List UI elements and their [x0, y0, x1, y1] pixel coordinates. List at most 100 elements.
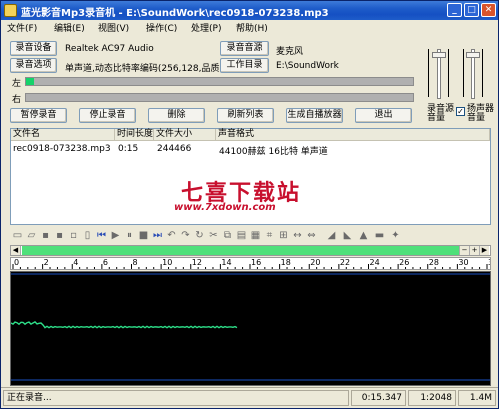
select-icon[interactable]: ⊞ — [278, 230, 289, 241]
paste-icon[interactable]: ▤ — [236, 230, 247, 241]
delete-button[interactable]: 删除 — [148, 108, 205, 123]
folder-icon[interactable]: ▱ — [26, 230, 37, 241]
window-title: 蓝光影音Mp3录音机 - E:\SoundWork\rec0918-073238… — [21, 8, 329, 19]
work-dir-value: E:\SoundWork — [276, 61, 339, 71]
title-bar[interactable]: 蓝光影音Mp3录音机 - E:\SoundWork\rec0918-073238… — [1, 1, 498, 20]
ruler-label: 16 — [251, 258, 261, 267]
close-button[interactable]: ✕ — [481, 3, 496, 17]
ruler-label: 0 — [14, 258, 19, 267]
silence-icon[interactable]: ▬ — [374, 230, 385, 241]
open-icon[interactable]: ▭ — [12, 230, 23, 241]
menu-bar: 文件(F) 编辑(E) 视图(V) 操作(C) 处理(P) 帮助(H) — [1, 20, 498, 34]
work-dir-button[interactable]: 工作目录 — [220, 58, 269, 73]
ruler-label: 10 — [162, 258, 172, 267]
loop-icon[interactable]: ↻ — [194, 230, 205, 241]
minimize-button[interactable]: _ — [447, 3, 462, 17]
save-as-icon[interactable]: ▪ — [54, 230, 65, 241]
redo-icon[interactable]: ↷ — [180, 230, 191, 241]
save-icon[interactable]: ▪ — [40, 230, 51, 241]
pause-record-button[interactable]: 暂停录音 — [10, 108, 67, 123]
left-channel-label: 左 — [12, 79, 22, 89]
watermark-url: www.7xdown.com — [174, 202, 276, 213]
speaker-volume-slider[interactable] — [466, 49, 480, 99]
cell-size: 244466 — [157, 144, 192, 154]
undo-icon[interactable]: ↶ — [166, 230, 177, 241]
ruler-label: 26 — [399, 258, 409, 267]
ruler-label: 22 — [340, 258, 350, 267]
pause-icon[interactable]: ⏸ — [124, 230, 135, 241]
fade-in-icon[interactable]: ◢ — [326, 230, 337, 241]
copy-icon[interactable]: ⧉ — [222, 230, 233, 241]
paste-mix-icon[interactable]: ▦ — [250, 230, 261, 241]
play-icon[interactable]: ▶ — [110, 230, 121, 241]
exit-button[interactable]: 退出 — [355, 108, 412, 123]
col-size[interactable]: 文件大小 — [154, 129, 216, 141]
waveform-canvas — [11, 273, 490, 381]
menu-file[interactable]: 文件(F) — [7, 21, 37, 34]
cut-icon[interactable]: ✂ — [208, 230, 219, 241]
menu-operate[interactable]: 操作(C) — [146, 21, 177, 34]
properties-icon[interactable]: ▯ — [82, 230, 93, 241]
status-bar: 正在录音... 0:15.347 1:2048 1.4M — [1, 387, 498, 408]
waveform-view[interactable] — [10, 271, 491, 386]
trim-icon[interactable]: ⌗ — [264, 230, 275, 241]
list-header: 文件名 时间长度 文件大小 声音格式 — [11, 129, 490, 141]
refresh-list-button[interactable]: 刷新列表 — [217, 108, 274, 123]
status-size: 1.4M — [458, 390, 496, 406]
ruler-label: 14 — [221, 258, 231, 267]
scroll-left-icon[interactable]: ◀ — [11, 246, 21, 255]
source-slider-ticks-right — [448, 49, 453, 97]
ruler-label: 18 — [281, 258, 291, 267]
stop-record-button[interactable]: 停止录音 — [79, 108, 136, 123]
time-ruler[interactable]: 02468101214161820222426283032 — [10, 257, 491, 270]
zoom-out-icon[interactable]: ⇔ — [306, 230, 317, 241]
maximize-button[interactable]: □ — [464, 3, 479, 17]
ruler-label: 12 — [192, 258, 202, 267]
main-window: 蓝光影音Mp3录音机 - E:\SoundWork\rec0918-073238… — [0, 0, 499, 409]
menu-view[interactable]: 视图(V) — [98, 21, 129, 34]
scroll-thumb[interactable] — [22, 246, 462, 255]
ruler-label: 32 — [488, 258, 490, 267]
cell-filename: rec0918-073238.mp3 — [13, 144, 111, 154]
skip-start-icon[interactable]: ⏮ — [96, 230, 107, 241]
record-device-value: Realtek AC97 Audio — [65, 44, 154, 54]
source-volume-label: 录音源 音量 — [427, 104, 455, 123]
skip-end-icon[interactable]: ⏭ — [152, 230, 163, 241]
col-format[interactable]: 声音格式 — [216, 129, 490, 141]
gen-player-button[interactable]: 生成自播放器 — [286, 108, 343, 123]
record-device-button[interactable]: 录音设备 — [10, 41, 57, 56]
record-options-button[interactable]: 录音选项 — [10, 58, 57, 73]
right-channel-label: 右 — [12, 95, 22, 105]
export-icon[interactable]: ▫ — [68, 230, 79, 241]
col-filename[interactable]: 文件名 — [11, 129, 115, 141]
scroll-right-icon[interactable]: ▶ — [479, 246, 489, 255]
menu-help[interactable]: 帮助(H) — [236, 21, 268, 34]
stop-icon[interactable]: ■ — [138, 230, 149, 241]
ruler-label: 4 — [73, 258, 78, 267]
effect-icon[interactable]: ✦ — [390, 230, 401, 241]
edit-toolbar: ▭ ▱ ▪ ▪ ▫ ▯ ⏮ ▶ ⏸ ■ ⏭ ↶ ↷ ↻ ✂ ⧉ ▤ ▦ ⌗ ⊞ … — [10, 228, 491, 244]
source-volume-thumb[interactable] — [432, 52, 446, 58]
cell-duration: 0:15 — [118, 144, 139, 154]
record-source-button[interactable]: 录音音源 — [220, 41, 269, 56]
app-icon — [4, 4, 17, 17]
fade-out-icon[interactable]: ◣ — [342, 230, 353, 241]
speaker-checkbox[interactable]: ✓ — [456, 107, 465, 116]
menu-process[interactable]: 处理(P) — [191, 21, 221, 34]
zoom-in-icon[interactable]: ↔ — [292, 230, 303, 241]
ruler-label: 2 — [44, 258, 49, 267]
menu-edit[interactable]: 编辑(E) — [54, 21, 85, 34]
ruler-label: 6 — [103, 258, 108, 267]
waveform-scrollbar[interactable]: ◀ − + ▶ — [10, 245, 491, 256]
amplify-icon[interactable]: ▲ — [358, 230, 369, 241]
source-volume-slider[interactable] — [432, 49, 446, 99]
waveform-line — [11, 321, 238, 329]
status-time: 0:15.347 — [351, 390, 406, 406]
zoom-minus-icon[interactable]: − — [459, 246, 469, 255]
col-duration[interactable]: 时间长度 — [115, 129, 154, 141]
cell-format: 44100赫兹 16比特 单声道 — [219, 147, 328, 157]
ruler-label: 30 — [458, 258, 468, 267]
speaker-volume-thumb[interactable] — [466, 52, 480, 58]
zoom-plus-icon[interactable]: + — [469, 246, 479, 255]
left-level-meter — [25, 77, 414, 86]
